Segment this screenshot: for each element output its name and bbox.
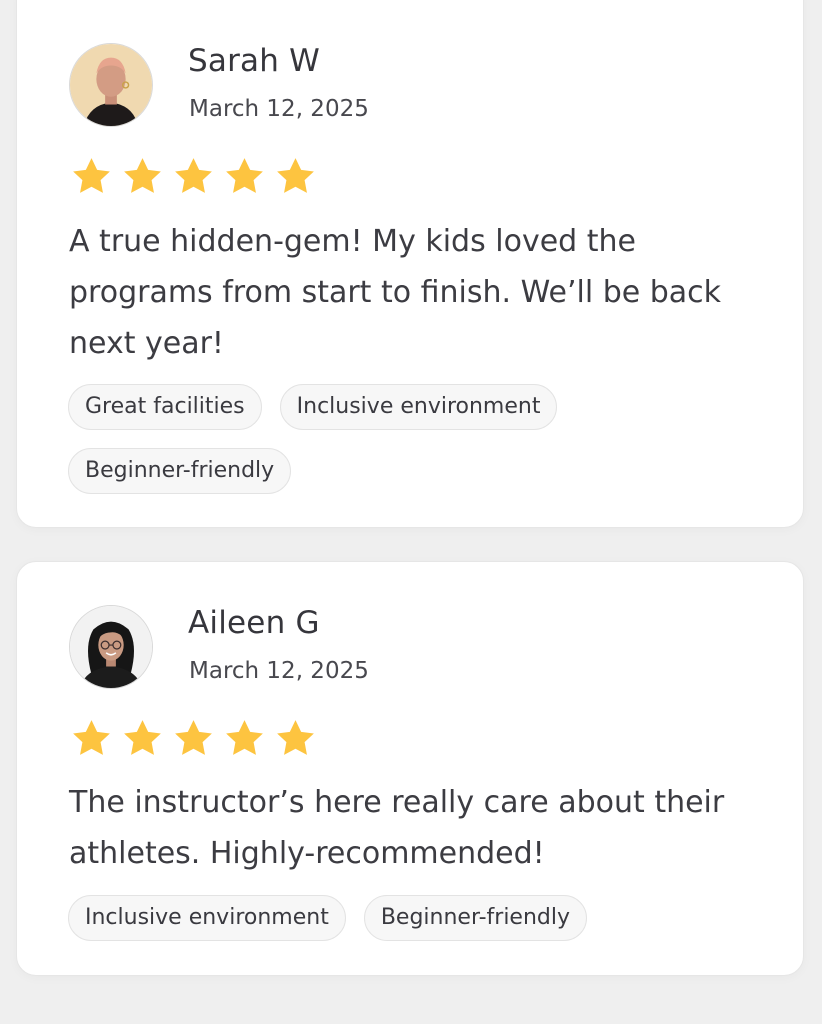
star-icon — [73, 720, 110, 755]
person-photo-icon — [70, 44, 152, 126]
tag-chip: Beginner-friendly — [68, 448, 292, 494]
reviewer-name: Sarah W — [188, 43, 320, 79]
tag-chip: Inclusive environment — [279, 384, 558, 430]
review-text: The instructor’s here really care about … — [69, 785, 725, 871]
star-icon — [175, 158, 212, 193]
star-icon — [73, 158, 110, 193]
review-date: March 12, 2025 — [189, 96, 369, 122]
review-tags: Inclusive environment Beginner-friendly — [68, 895, 768, 941]
person-photo-icon — [70, 606, 152, 688]
star-icon — [124, 720, 161, 755]
review-card: Sarah W March 12, 2025 A true hidden-gem… — [16, 0, 804, 528]
reviewer-avatar — [69, 605, 153, 689]
star-rating — [69, 156, 318, 196]
tag-chip: Inclusive environment — [68, 895, 346, 941]
reviewer-avatar — [69, 43, 153, 127]
reviewer-name: Aileen G — [188, 605, 320, 641]
star-icon — [277, 158, 314, 193]
star-rating — [69, 718, 318, 758]
tag-chip: Great facilities — [68, 384, 262, 430]
star-icon — [124, 158, 161, 193]
star-icon — [226, 158, 263, 193]
review-text: A true hidden-gem! My kids loved the pro… — [69, 224, 722, 361]
review-date: March 12, 2025 — [189, 658, 369, 684]
star-icon — [175, 720, 212, 755]
star-icon — [277, 720, 314, 755]
review-tags: Great facilities Inclusive environment B… — [68, 384, 768, 494]
star-icon — [226, 720, 263, 755]
tag-chip: Beginner-friendly — [363, 895, 588, 941]
review-card: Aileen G March 12, 2025 The instructor’s… — [16, 561, 804, 976]
